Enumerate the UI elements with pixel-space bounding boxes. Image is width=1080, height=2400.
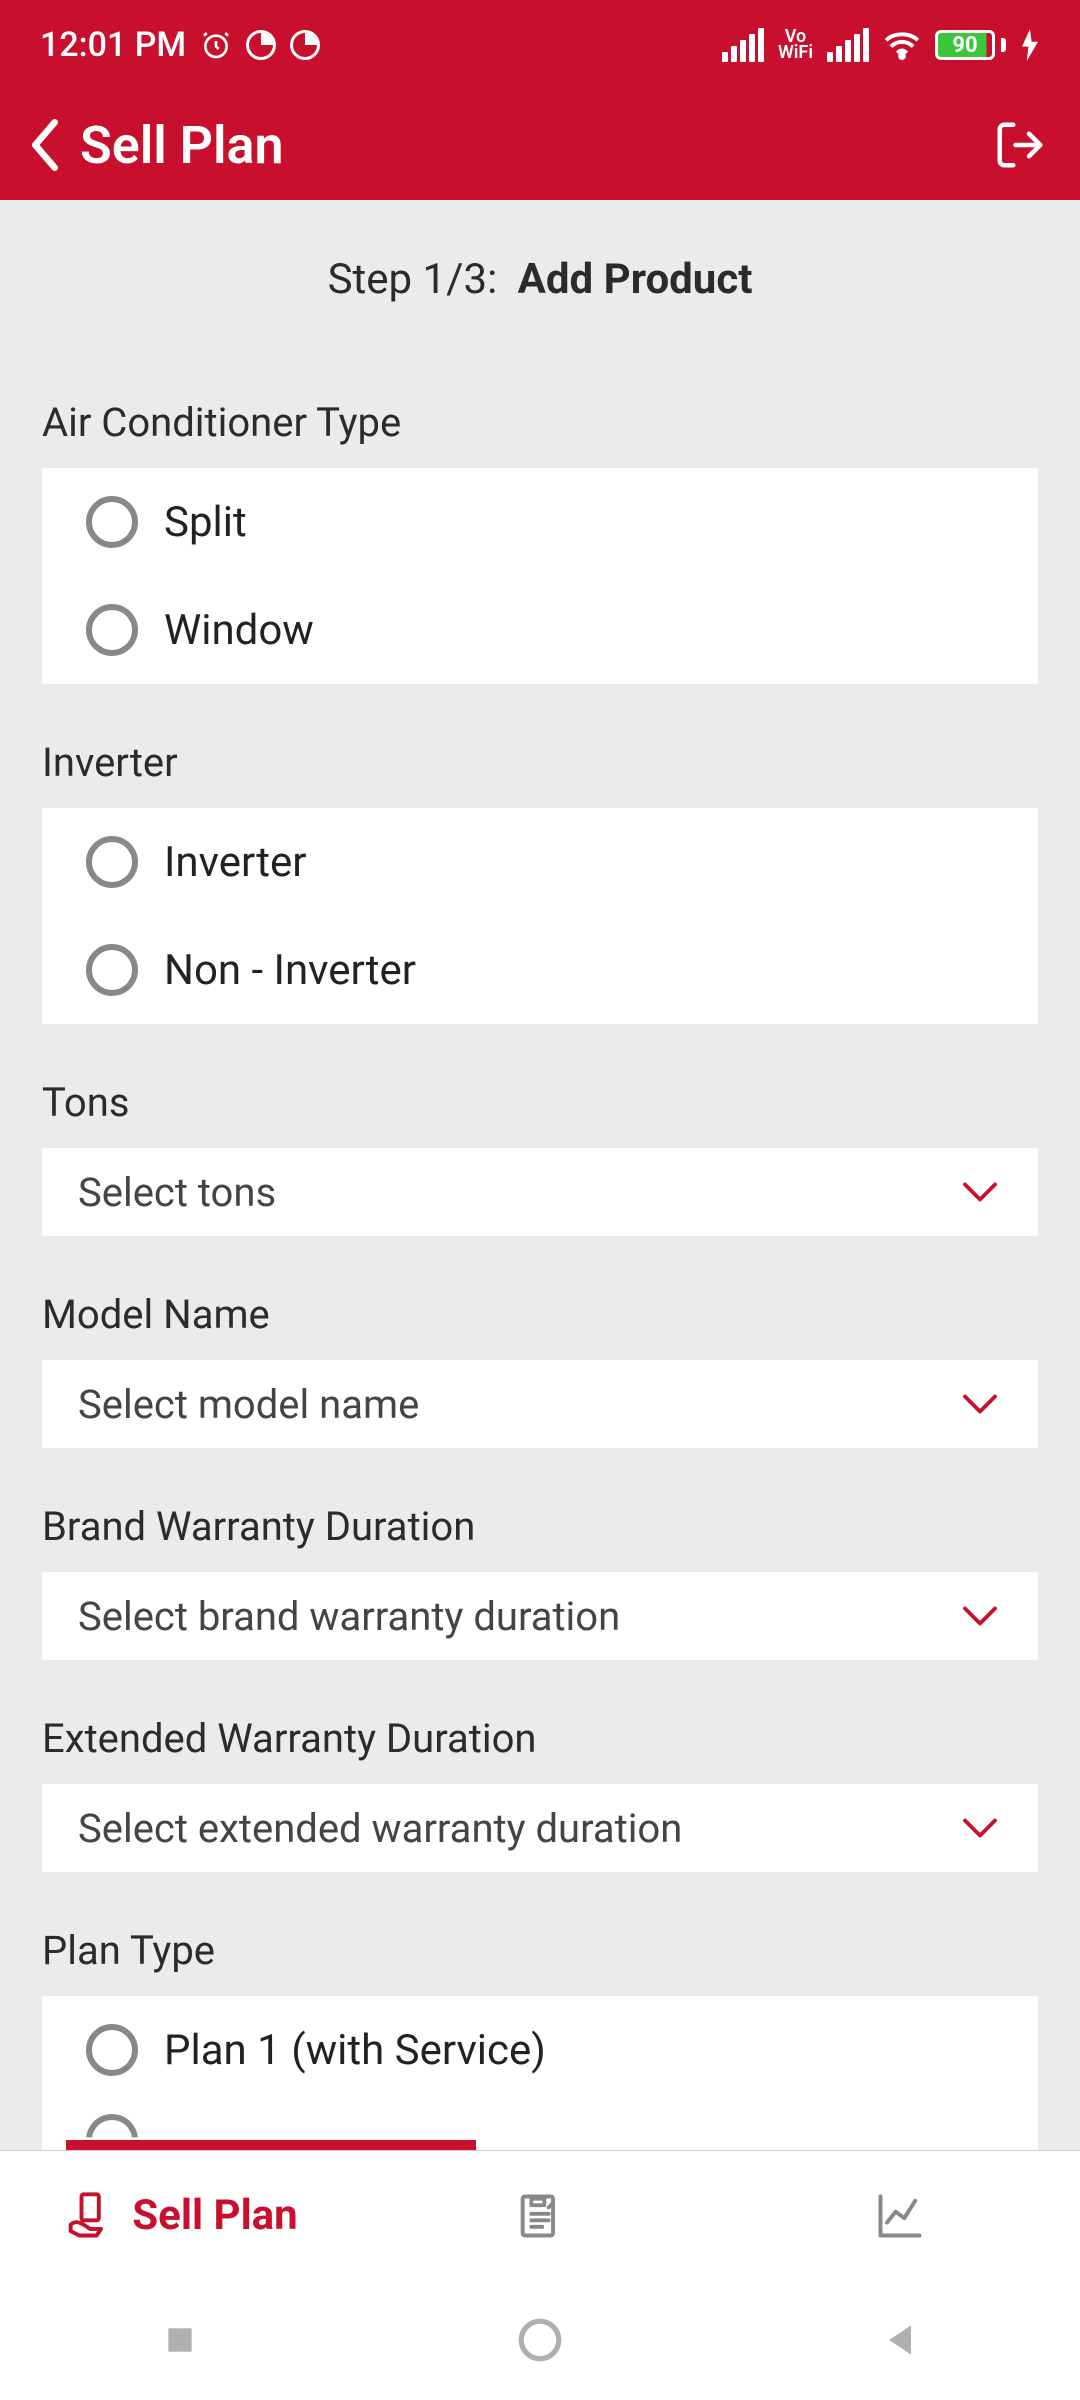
step-title: Add Product bbox=[518, 255, 753, 304]
radio-option-plan1[interactable]: Plan 1 (with Service) bbox=[42, 1996, 1038, 2104]
tab-label: Sell Plan bbox=[132, 2191, 297, 2240]
tab-analytics[interactable] bbox=[720, 2190, 1080, 2242]
sys-home-button[interactable] bbox=[513, 2313, 568, 2368]
chevron-down-icon bbox=[962, 1181, 998, 1203]
inverter-label: Inverter bbox=[0, 684, 1080, 808]
radio-label: Split bbox=[164, 498, 247, 547]
sys-back-button[interactable] bbox=[873, 2313, 928, 2368]
radio-icon bbox=[86, 944, 138, 996]
logout-button[interactable] bbox=[990, 115, 1050, 175]
radio-label: Plan 1 (with Service) bbox=[164, 2026, 546, 2075]
tons-dropdown[interactable]: Select tons bbox=[42, 1148, 1038, 1236]
radio-option-inverter[interactable]: Inverter bbox=[42, 808, 1038, 916]
radio-option-split[interactable]: Split bbox=[42, 468, 1038, 576]
signal-icon bbox=[722, 28, 764, 62]
signal-icon bbox=[827, 28, 869, 62]
brand-warranty-label: Brand Warranty Duration bbox=[0, 1448, 1080, 1572]
alarm-icon bbox=[200, 29, 232, 61]
tons-label: Tons bbox=[0, 1024, 1080, 1148]
brand-warranty-dropdown[interactable]: Select brand warranty duration bbox=[42, 1572, 1038, 1660]
status-time: 12:01 PM bbox=[40, 25, 186, 65]
radio-label: Window bbox=[164, 606, 314, 655]
tab-indicator bbox=[66, 2140, 476, 2150]
dropdown-placeholder: Select model name bbox=[78, 1381, 419, 1428]
ext-warranty-label: Extended Warranty Duration bbox=[0, 1660, 1080, 1784]
app-bar: Sell Plan bbox=[0, 90, 1080, 200]
ac-type-group: Split Window bbox=[42, 468, 1038, 684]
tab-reports[interactable] bbox=[360, 2190, 720, 2242]
radio-icon bbox=[86, 604, 138, 656]
ac-type-label: Air Conditioner Type bbox=[0, 344, 1080, 468]
chevron-down-icon bbox=[962, 1605, 998, 1627]
battery-icon: 90 bbox=[935, 30, 1006, 60]
tab-sell-plan[interactable]: Sell Plan bbox=[0, 2190, 360, 2242]
wifi-icon bbox=[883, 30, 921, 60]
model-dropdown[interactable]: Select model name bbox=[42, 1360, 1038, 1448]
form-content: Step 1/3: Add Product Air Conditioner Ty… bbox=[0, 200, 1080, 2150]
sys-recents-button[interactable] bbox=[153, 2313, 208, 2368]
chevron-down-icon bbox=[962, 1817, 998, 1839]
status-bar: 12:01 PM VoWiFi 90 bbox=[0, 0, 1080, 90]
radio-label: Inverter bbox=[164, 838, 306, 887]
vowifi-icon: VoWiFi bbox=[778, 29, 813, 61]
plan-type-label: Plan Type bbox=[0, 1872, 1080, 1996]
radio-option-non-inverter[interactable]: Non - Inverter bbox=[42, 916, 1038, 1024]
charging-icon bbox=[1020, 29, 1040, 61]
status-indicator-icon bbox=[290, 30, 320, 60]
model-label: Model Name bbox=[0, 1236, 1080, 1360]
status-indicator-icon bbox=[246, 30, 276, 60]
step-indicator: Step 1/3: Add Product bbox=[0, 200, 1080, 344]
page-title: Sell Plan bbox=[80, 115, 284, 176]
step-prefix: Step 1/3: bbox=[328, 255, 498, 304]
chevron-down-icon bbox=[962, 1393, 998, 1415]
bottom-nav: Sell Plan bbox=[0, 2150, 1080, 2280]
plan-type-group: Plan 1 (with Service) bbox=[42, 1996, 1038, 2150]
dropdown-placeholder: Select tons bbox=[78, 1169, 276, 1216]
radio-label: Non - Inverter bbox=[164, 946, 416, 995]
radio-option-window[interactable]: Window bbox=[42, 576, 1038, 684]
back-button[interactable] bbox=[20, 120, 70, 170]
system-nav bbox=[0, 2280, 1080, 2400]
radio-icon bbox=[86, 496, 138, 548]
ext-warranty-dropdown[interactable]: Select extended warranty duration bbox=[42, 1784, 1038, 1872]
inverter-group: Inverter Non - Inverter bbox=[42, 808, 1038, 1024]
radio-icon bbox=[86, 836, 138, 888]
dropdown-placeholder: Select brand warranty duration bbox=[78, 1593, 620, 1640]
dropdown-placeholder: Select extended warranty duration bbox=[78, 1805, 682, 1852]
radio-icon bbox=[86, 2024, 138, 2076]
